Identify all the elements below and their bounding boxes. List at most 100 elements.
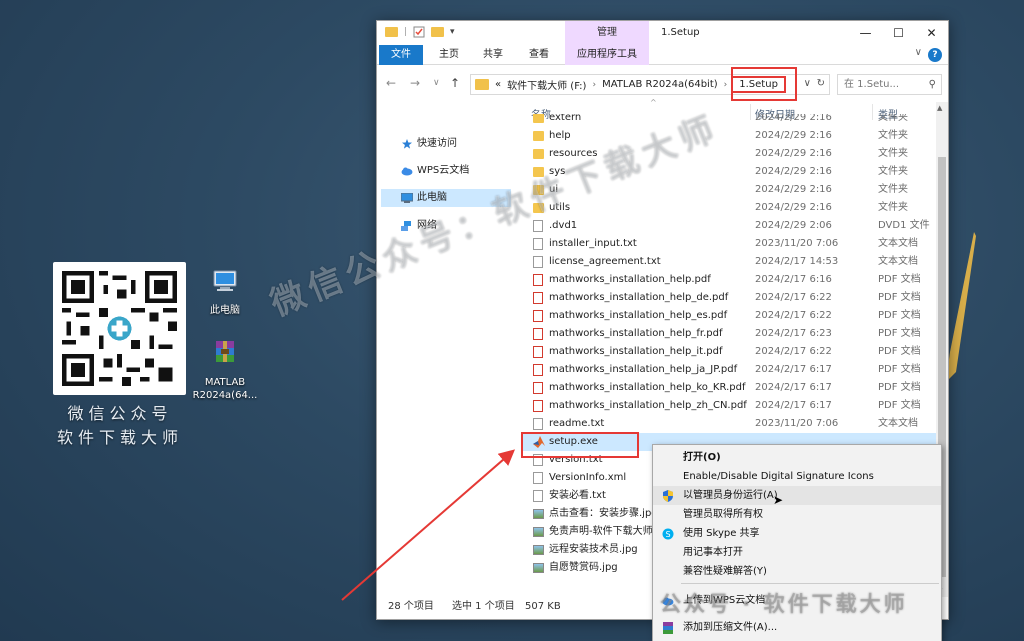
menu-item-take-ownership[interactable]: 管理员取得所有权 (653, 505, 941, 524)
chevron-right-icon[interactable]: › (724, 80, 728, 90)
file-date: 2024/2/29 2:16 (755, 114, 832, 123)
address-bar-row: ← → ∨ ↑ « 软件下载大师 (F:) › MATLAB R2024a(64… (377, 65, 948, 102)
file-type: PDF 文档 (878, 292, 921, 303)
file-date: 2024/2/29 2:16 (755, 202, 832, 213)
file-row[interactable]: mathworks_installation_help_de.pdf 2024/2… (522, 289, 937, 307)
qr-caption-line1: 微信公众号 (67, 404, 173, 423)
file-row[interactable]: mathworks_installation_help_ja_JP.pdf 202… (522, 361, 937, 379)
breadcrumb-overflow[interactable]: « (495, 79, 501, 90)
file-row[interactable]: extern 2024/2/29 2:16 文件夹 (522, 114, 937, 127)
file-name: extern (549, 114, 582, 123)
menu-item-compat-troubleshoot[interactable]: 兼容性疑难解答(Y) (653, 562, 941, 581)
tab-view[interactable]: 查看 (519, 45, 559, 65)
pdf-file-icon (533, 274, 543, 286)
file-row[interactable]: sys 2024/2/29 2:16 文件夹 (522, 163, 937, 181)
menu-item-open-notepad[interactable]: 用记事本打开 (653, 543, 941, 562)
quick-access-toolbar: | ▾ (385, 26, 455, 38)
file-row[interactable]: help 2024/2/29 2:16 文件夹 (522, 127, 937, 145)
recent-locations-icon[interactable]: ∨ (433, 78, 440, 88)
pdf-file-icon (533, 400, 543, 412)
menu-item-run-as-admin[interactable]: 以管理员身份运行(A) (653, 486, 941, 505)
file-type: PDF 文档 (878, 328, 921, 339)
nav-item-this-pc[interactable]: 此电脑 (381, 189, 511, 207)
menu-item-upload-wps[interactable]: 上传到WPS云文档 (653, 591, 941, 610)
file-type: PDF 文档 (878, 382, 921, 393)
file-name: mathworks_installation_help_ko_KR.pdf (549, 382, 746, 393)
star-icon (402, 139, 412, 149)
file-row[interactable]: mathworks_installation_help_it.pdf 2024/2… (522, 343, 937, 361)
address-field[interactable]: « 软件下载大师 (F:) › MATLAB R2024a(64bit) › 1… (470, 74, 830, 95)
pdf-file-icon (533, 310, 543, 322)
network-icon (401, 221, 411, 231)
file-row[interactable]: mathworks_installation_help.pdf 2024/2/17… (522, 271, 937, 289)
file-row[interactable]: mathworks_installation_help_fr.pdf 2024/2… (522, 325, 937, 343)
file-row[interactable]: resources 2024/2/29 2:16 文件夹 (522, 145, 937, 163)
maximize-button[interactable]: ☐ (882, 21, 915, 45)
menu-item-add-to-archive[interactable]: 添加到压缩文件(A)... (653, 618, 941, 637)
file-row[interactable]: installer_input.txt 2023/11/20 7:06 文本文档 (522, 235, 937, 253)
chevron-right-icon[interactable]: › (592, 80, 596, 90)
nav-item-wps-cloud[interactable]: WPS云文档 (381, 162, 511, 180)
context-menu: 打开(O) Enable/Disable Digital Signature I… (652, 444, 942, 641)
folder-icon (533, 203, 544, 213)
help-icon[interactable]: ? (928, 48, 942, 62)
close-button[interactable]: ✕ (915, 21, 948, 45)
ribbon-tabs: 文件 主页 共享 查看 应用程序工具 ∨ ? (377, 45, 948, 65)
file-type: PDF 文档 (878, 310, 921, 321)
menu-separator (681, 583, 939, 584)
up-arrow-icon[interactable]: ↑ (450, 76, 460, 90)
computer-icon (213, 270, 237, 291)
file-date: 2024/2/17 6:22 (755, 292, 832, 303)
new-folder-icon[interactable] (431, 27, 445, 37)
winrar-icon (663, 622, 673, 634)
qat-dropdown-icon[interactable]: ▾ (450, 27, 455, 37)
mouse-cursor-icon: ➤ (773, 493, 784, 507)
pdf-file-icon (533, 328, 543, 340)
nav-item-network[interactable]: 网络 (381, 217, 511, 235)
breadcrumb-current[interactable]: 1.Setup (731, 76, 786, 93)
wps-cloud-icon (662, 597, 674, 606)
chevron-down-icon[interactable]: ∨ (915, 47, 922, 58)
menu-item-skype-share[interactable]: S 使用 Skype 共享 (653, 524, 941, 543)
file-name: resources (549, 148, 598, 159)
refresh-icon[interactable]: ↻ (817, 78, 825, 89)
file-row[interactable]: license_agreement.txt 2024/2/17 14:53 文本文档 (522, 253, 937, 271)
decorative-gold-shape (946, 232, 976, 382)
properties-icon[interactable] (413, 26, 425, 38)
cloud-icon (401, 167, 413, 176)
tab-file[interactable]: 文件 (379, 45, 423, 65)
minimize-button[interactable]: — (849, 21, 882, 45)
file-row[interactable]: ui 2024/2/29 2:16 文件夹 (522, 181, 937, 199)
desktop-icon-matlab-archive[interactable]: MATLAB R2024a(64... (189, 338, 261, 402)
breadcrumb-drive[interactable]: 软件下载大师 (F:) (507, 77, 586, 92)
tab-application-tools[interactable]: 应用程序工具 (565, 45, 649, 65)
tab-share[interactable]: 共享 (473, 45, 513, 65)
desktop-icon-this-pc[interactable]: 此电脑 (189, 266, 261, 317)
text-file-icon (533, 418, 543, 430)
scroll-up-icon[interactable]: ▲ (937, 104, 942, 112)
file-row[interactable]: mathworks_installation_help_es.pdf 2024/2… (522, 307, 937, 325)
file-row[interactable]: utils 2024/2/29 2:16 文件夹 (522, 199, 937, 217)
forward-arrow-icon[interactable]: → (410, 76, 420, 90)
file-row[interactable]: mathworks_installation_help_zh_CN.pdf 202… (522, 397, 937, 415)
nav-item-quick-access[interactable]: 快速访问 (381, 135, 511, 153)
address-dropdown-icon[interactable]: ∨ (804, 78, 811, 89)
window-controls: — ☐ ✕ (849, 21, 948, 45)
tab-home[interactable]: 主页 (429, 45, 469, 65)
menu-item-digital-signature[interactable]: Enable/Disable Digital Signature Icons (653, 467, 941, 486)
file-row[interactable]: readme.txt 2023/11/20 7:06 文本文档 (522, 415, 937, 433)
window-title: 1.Setup (661, 27, 700, 38)
search-input[interactable]: 在 1.Setu... ⚲ (837, 74, 942, 95)
file-row[interactable]: mathworks_installation_help_ko_KR.pdf 202… (522, 379, 937, 397)
file-row[interactable]: .dvd1 2024/2/29 2:06 DVD1 文件 (522, 217, 937, 235)
desktop-icon-label: MATLAB R2024a(64... (192, 377, 258, 401)
breadcrumb-matlab[interactable]: MATLAB R2024a(64bit) (602, 79, 718, 90)
back-arrow-icon[interactable]: ← (386, 76, 396, 90)
svg-text:S: S (665, 530, 670, 539)
menu-item-open[interactable]: 打开(O) (653, 448, 941, 467)
file-name: utils (549, 202, 571, 213)
folder-icon (533, 131, 544, 141)
file-type: 文本文档 (878, 256, 918, 267)
file-name: mathworks_installation_help.pdf (549, 274, 711, 285)
title-bar: | ▾ 管理 1.Setup — ☐ ✕ (377, 21, 948, 45)
